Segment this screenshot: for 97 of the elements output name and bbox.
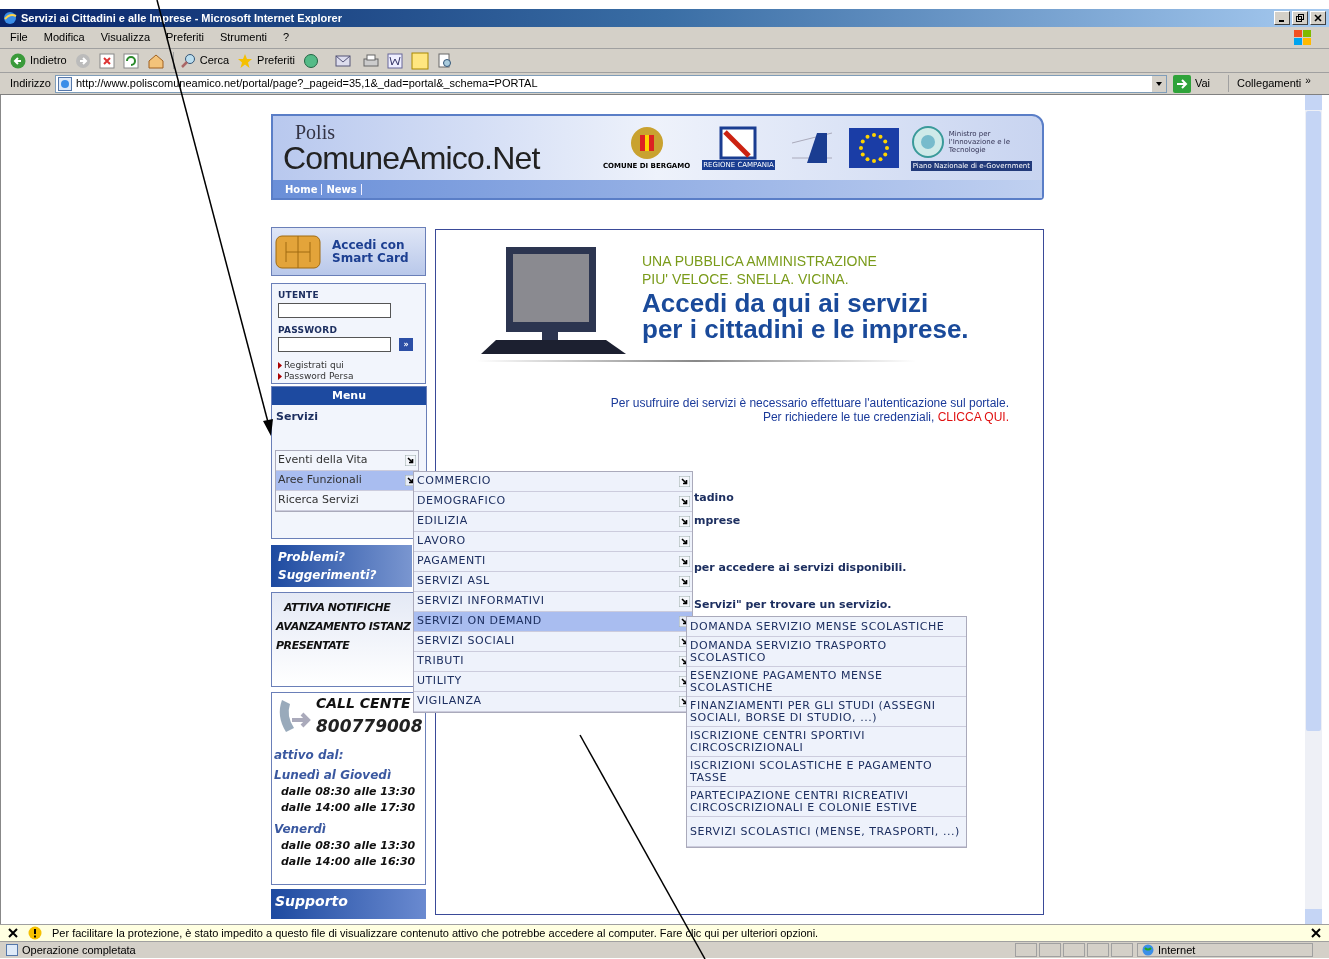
- notice-text: Per usufruire dei servizi è necessario effettuare l'autenticazione sul portale.: [610, 396, 1009, 410]
- support-banner[interactable]: Supporto: [271, 889, 426, 919]
- ministry-seal-icon: [910, 124, 945, 159]
- restore-icon[interactable]: [1292, 11, 1308, 25]
- star-icon: [237, 52, 254, 69]
- dropdown-item[interactable]: ISCRIZIONE CENTRI SPORTIVI CIRCOSCRIZIONALI: [687, 727, 966, 757]
- status-pane: [1063, 943, 1085, 957]
- arrow-icon: [679, 496, 690, 507]
- menu-section-title: Servizi: [276, 409, 319, 425]
- dropdown-item[interactable]: FINANZIAMENTI PER GLI STUDI (ASSEGNI SOCIALI, BORSE DI STUDIO, ...): [687, 697, 966, 727]
- hours-text: dalle 08:30 alle 13:30: [281, 837, 417, 854]
- instruction-text: Servizi" per trovare un servizio.: [694, 596, 893, 613]
- submit-button[interactable]: »: [399, 338, 413, 351]
- minimize-icon[interactable]: [1274, 11, 1290, 25]
- back-button[interactable]: Indietro: [10, 52, 67, 69]
- dropdown-item[interactable]: ESENZIONE PAGAMENTO MENSE SCOLASTICHE: [687, 667, 966, 697]
- arrow-icon: [679, 516, 690, 527]
- instruction-text: tadino: [694, 490, 735, 506]
- arrow-icon: [679, 576, 690, 587]
- favorites-button[interactable]: Preferiti: [237, 52, 295, 69]
- dropdown-item[interactable]: DOMANDA SERVIZIO MENSE SCOLASTICHE: [687, 617, 966, 637]
- feedback-banner[interactable]: Problemi? Suggerimenti?: [271, 545, 412, 587]
- status-pane: [1111, 943, 1133, 957]
- hours-text: dalle 08:30 alle 13:30: [281, 783, 417, 800]
- zone-text: Internet: [1158, 942, 1196, 958]
- notifications-banner[interactable]: ATTIVA NOTIFICHE AVANZAMENTO ISTANZ PRESENTATE: [271, 592, 413, 687]
- page-icon: [57, 76, 72, 91]
- globe-icon: [1142, 944, 1154, 956]
- headline: Accedi da qui ai servizi: [642, 290, 930, 316]
- dropdown-item[interactable]: ISCRIZIONI SCOLASTICHE E PAGAMENTO TASSE: [687, 757, 966, 787]
- menu-item[interactable]: File: [10, 29, 28, 46]
- instruction-text: per accedere ai servizi disponibili.: [694, 560, 908, 576]
- arrow-icon: [679, 476, 690, 487]
- password-label: PASSWORD: [278, 323, 339, 337]
- logo-title: ComuneAmico.Net: [283, 142, 540, 174]
- menu-header: Menu: [272, 387, 426, 405]
- credentials-link[interactable]: CLICCA QUI.: [937, 410, 1009, 424]
- links-button[interactable]: Collegamenti: [1228, 75, 1302, 92]
- password-field[interactable]: [278, 337, 391, 352]
- arrow-icon: [679, 596, 690, 607]
- home-icon[interactable]: [146, 52, 165, 69]
- window-title: Servizi ai Cittadini e alle Imprese - Microsoft Internet Explorer: [21, 10, 342, 26]
- login-link[interactable]: Registrati qui: [284, 360, 344, 371]
- status-pane: [1039, 943, 1061, 957]
- dropdown-item[interactable]: SERVIZI ON DEMAND: [414, 612, 692, 632]
- page-icon: [6, 944, 18, 956]
- menu-item[interactable]: ?: [283, 29, 290, 46]
- logo-subtitle: Polis: [295, 122, 337, 142]
- hours-heading: attivo dal:: [274, 746, 345, 764]
- search-icon: [179, 52, 196, 69]
- tagline: PIU' VELOCE. SNELLA. VICINA.: [642, 270, 850, 288]
- stop-icon[interactable]: [98, 52, 115, 69]
- arrow-icon: [405, 454, 416, 466]
- browser-icon: [3, 11, 17, 25]
- warning-icon: [28, 926, 42, 940]
- dropdown-caret-icon[interactable]: [1151, 75, 1166, 92]
- arrow-icon: [679, 556, 690, 567]
- hours-text: dalle 14:00 alle 17:30: [281, 799, 417, 816]
- refresh-icon[interactable]: [122, 52, 139, 69]
- instruction-text: mprese: [694, 512, 742, 529]
- crest-icon: [629, 124, 664, 161]
- go-button[interactable]: Vai: [1172, 74, 1211, 93]
- username-field[interactable]: [278, 302, 391, 318]
- close-icon[interactable]: [8, 928, 18, 938]
- research-icon[interactable]: [436, 52, 453, 69]
- days-label: Lunedì al Giovedì: [274, 766, 392, 784]
- document-icon[interactable]: [386, 52, 403, 69]
- login-link[interactable]: Password Persa: [284, 371, 354, 382]
- status-text: Operazione completata: [22, 942, 136, 958]
- menu-item[interactable]: Modifica: [43, 29, 85, 46]
- menu-item[interactable]: Preferiti: [166, 29, 204, 46]
- menu-item[interactable]: Visualizza: [100, 29, 151, 46]
- search-button[interactable]: Cerca: [172, 52, 230, 69]
- address-label: Indirizzo: [10, 76, 51, 92]
- username-label: UTENTE: [278, 289, 320, 302]
- printer-icon[interactable]: [362, 52, 379, 69]
- menu-item[interactable]: Strumenti: [219, 29, 267, 46]
- dropdown-item[interactable]: PARTECIPAZIONE CENTRI RICREATIVI CIRCOSCRIZIONALI E COLONIE ESTIVE: [687, 787, 966, 817]
- tagline: UNA PUBBLICA AMMINISTRAZIONE: [642, 252, 878, 270]
- days-label: Venerdì: [274, 820, 327, 838]
- dropdown-item[interactable]: DOMANDA SERVIZIO TRASPORTO SCOLASTICO: [687, 637, 966, 667]
- regional-emblem-icon: [719, 125, 758, 160]
- arrow-icon: [679, 536, 690, 547]
- smart-card-button[interactable]: Accedi con Smart Card: [271, 227, 426, 276]
- headline: per i cittadini e le imprese.: [642, 316, 969, 342]
- close-icon[interactable]: [1311, 928, 1321, 938]
- status-pane: [1015, 943, 1037, 957]
- notice-text: Per richiedere le tue credenziali, CLICCA QUI.: [762, 410, 1009, 424]
- more-links-button[interactable]: »: [1305, 73, 1311, 88]
- stars-flag-icon: [848, 128, 899, 168]
- bullet-icon: [278, 373, 282, 380]
- status-pane: [1087, 943, 1109, 957]
- hours-text: dalle 14:00 alle 16:30: [281, 853, 417, 870]
- dropdown-item[interactable]: SERVIZI SCOLASTICI (MENSE, TRASPORTI, ...): [687, 817, 966, 847]
- phone-number: 800779008: [316, 715, 423, 738]
- bullet-icon: [278, 362, 282, 369]
- windows-logo-icon: [1293, 28, 1313, 47]
